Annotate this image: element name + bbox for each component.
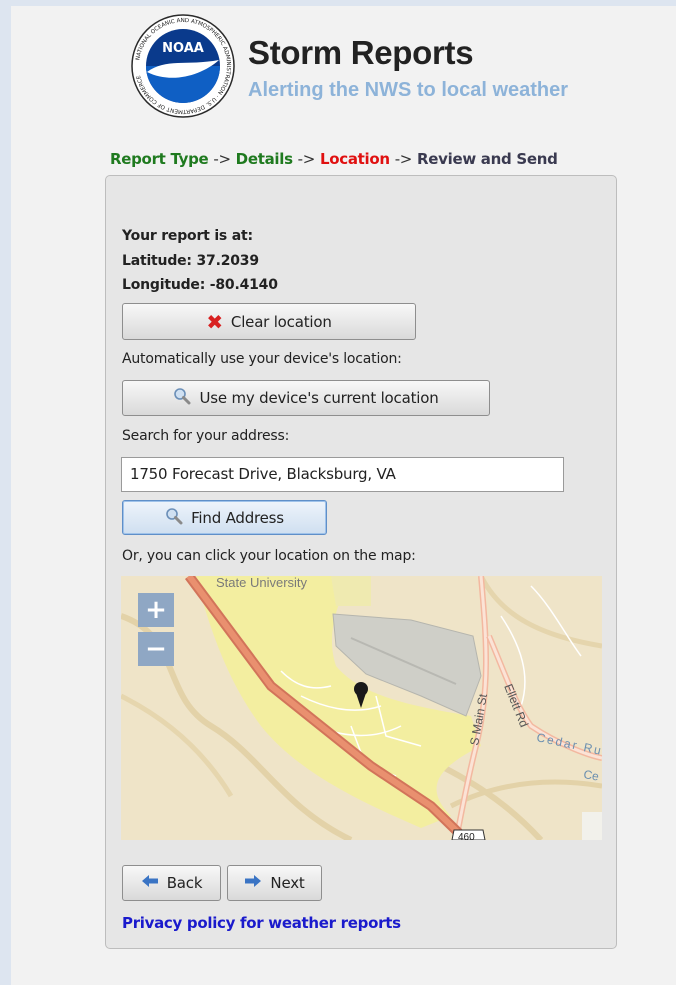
use-device-location-button[interactable]: Use my device's current location <box>122 380 490 416</box>
privacy-policy-link[interactable]: Privacy policy for weather reports <box>122 914 401 932</box>
map-label-university: State University <box>216 576 308 590</box>
find-address-label: Find Address <box>191 508 284 527</box>
app-subtitle: Alerting the NWS to local weather <box>248 79 569 101</box>
zoom-out-button[interactable]: − <box>138 632 174 666</box>
address-input[interactable]: 1750 Forecast Drive, Blacksburg, VA <box>121 457 564 492</box>
breadcrumb-step-details: Details <box>235 150 293 168</box>
breadcrumb-separator: -> <box>297 150 316 168</box>
find-address-button[interactable]: Find Address <box>122 500 327 535</box>
app-title: Storm Reports <box>248 34 474 71</box>
route-shield-icon: 460 <box>451 829 486 840</box>
search-icon <box>173 387 191 409</box>
arrow-left-icon <box>141 874 159 892</box>
breadcrumb-step-review: Review and Send <box>417 150 558 168</box>
clear-location-button[interactable]: ✖ Clear location <box>122 303 416 340</box>
arrow-right-icon <box>244 874 262 892</box>
noaa-logo: NOAA NATIONAL OCEANIC AND ATMOSPHERIC AD… <box>131 14 235 118</box>
use-device-location-label: Use my device's current location <box>199 389 439 407</box>
location-map[interactable]: State University S Main St Ellett Rd Ced… <box>121 576 602 840</box>
window-top-edge <box>0 0 676 6</box>
latitude-value: Latitude: 37.2039 <box>122 253 259 269</box>
next-button[interactable]: Next <box>227 865 322 901</box>
location-heading: Your report is at: <box>122 228 253 244</box>
breadcrumb: Report Type -> Details -> Location -> Re… <box>110 150 558 168</box>
search-icon <box>165 507 183 529</box>
auto-location-label: Automatically use your device's location… <box>122 351 402 367</box>
svg-text:460: 460 <box>458 832 475 840</box>
back-button[interactable]: Back <box>122 865 221 901</box>
map-label-cedar-run-2: Ce <box>582 767 600 784</box>
breadcrumb-separator: -> <box>394 150 413 168</box>
breadcrumb-step-location: Location <box>319 150 390 168</box>
back-label: Back <box>166 874 203 892</box>
close-icon: ✖ <box>206 309 223 334</box>
search-address-label: Search for your address: <box>122 428 290 444</box>
breadcrumb-separator: -> <box>213 150 231 168</box>
next-label: Next <box>270 874 305 892</box>
click-map-label: Or, you can click your location on the m… <box>122 548 416 564</box>
zoom-in-button[interactable]: + <box>138 593 174 627</box>
breadcrumb-step-report-type: Report Type <box>110 150 209 168</box>
clear-location-label: Clear location <box>230 312 332 331</box>
svg-text:NOAA: NOAA <box>162 41 204 56</box>
longitude-value: Longitude: -80.4140 <box>122 277 278 293</box>
window-left-edge <box>0 0 11 985</box>
